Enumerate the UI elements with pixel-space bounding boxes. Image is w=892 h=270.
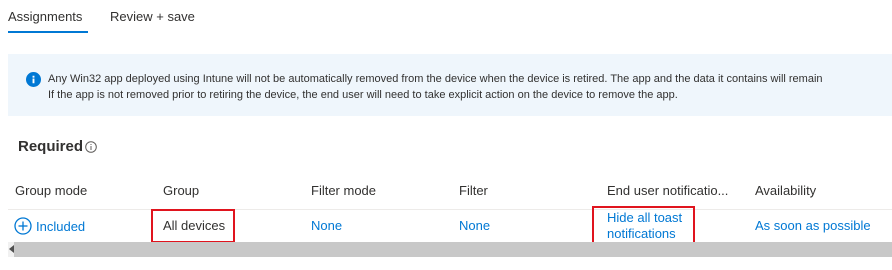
tab-assignments[interactable]: Assignments — [8, 9, 82, 24]
column-header-group-mode[interactable]: Group mode — [15, 183, 87, 198]
column-header-filter-mode[interactable]: Filter mode — [311, 183, 376, 198]
tab-review-save[interactable]: Review + save — [110, 9, 195, 24]
info-circle-icon[interactable] — [85, 141, 97, 153]
column-header-group[interactable]: Group — [163, 183, 199, 198]
info-banner: Any Win32 app deployed using Intune will… — [8, 54, 892, 116]
group-mode-cell[interactable]: Included — [14, 217, 85, 235]
notifications-line-1: Hide all toast — [607, 210, 683, 225]
info-icon — [26, 72, 41, 87]
filter-link[interactable]: None — [459, 218, 490, 233]
banner-line-1: Any Win32 app deployed using Intune will… — [48, 73, 823, 85]
plus-circle-icon — [14, 217, 32, 235]
column-header-availability[interactable]: Availability — [755, 183, 816, 198]
active-tab-indicator — [8, 31, 88, 33]
column-header-filter[interactable]: Filter — [459, 183, 488, 198]
tab-bar: Assignments Review + save — [0, 0, 892, 36]
notifications-line-2: notifications — [607, 226, 676, 241]
group-mode-link[interactable]: Included — [36, 219, 85, 234]
scroll-left-arrow-icon[interactable] — [9, 245, 14, 253]
section-title-required: Required — [18, 138, 84, 155]
end-user-notifications-link[interactable]: Hide all toast notifications — [607, 210, 682, 242]
column-header-end-user-notifications[interactable]: End user notificatio... — [607, 183, 728, 198]
availability-link[interactable]: As soon as possible — [755, 218, 871, 233]
group-cell: All devices — [163, 218, 226, 233]
filter-mode-link[interactable]: None — [311, 218, 342, 233]
header-divider — [8, 209, 892, 210]
scrollbar-thumb[interactable] — [14, 242, 892, 257]
banner-line-2: If the app is not removed prior to retir… — [48, 89, 678, 101]
banner-message: Any Win32 app deployed using Intune will… — [48, 71, 823, 103]
